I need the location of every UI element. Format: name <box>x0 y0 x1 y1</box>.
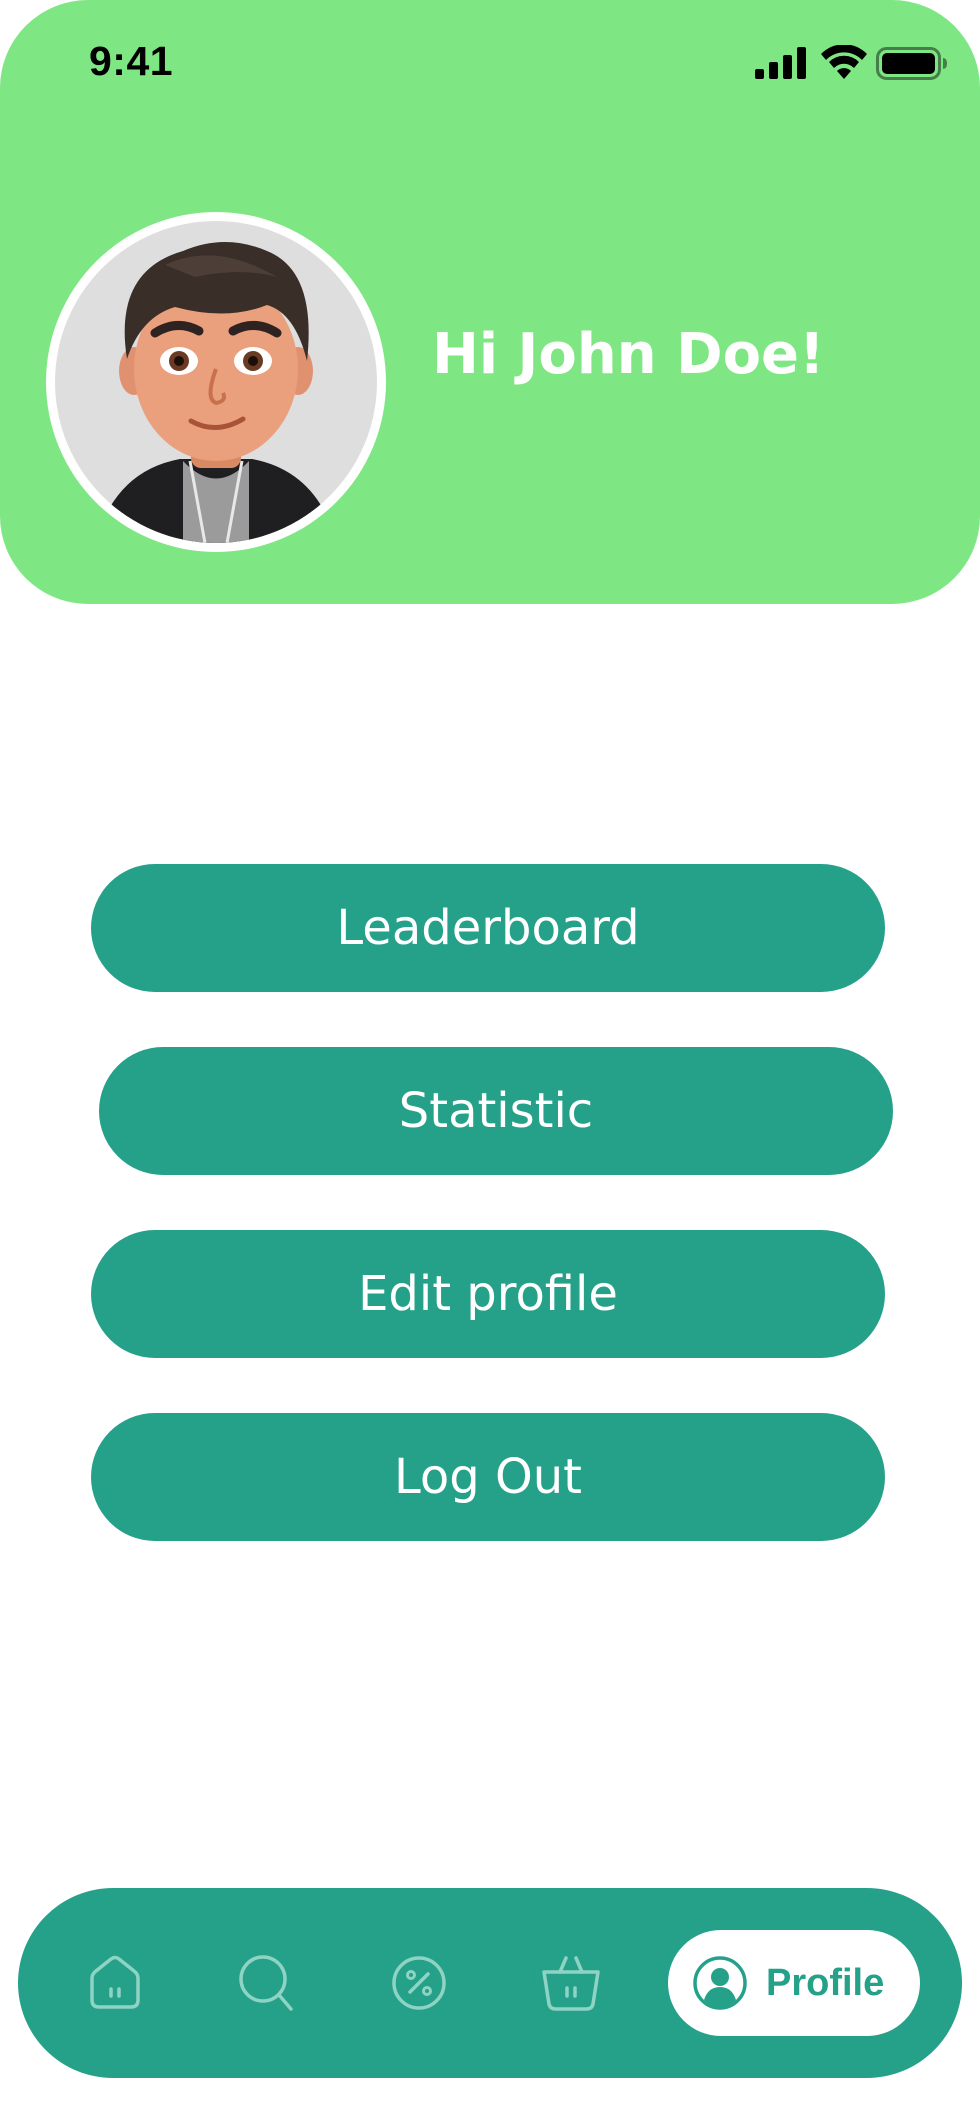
discount-icon[interactable] <box>388 1952 450 2014</box>
nav-profile-tab[interactable]: Profile <box>668 1930 920 2036</box>
leaderboard-button[interactable]: Leaderboard <box>91 864 885 992</box>
battery-icon <box>876 47 947 80</box>
cellular-signal-icon <box>755 47 806 79</box>
bottom-navigation: Profile <box>18 1888 962 2078</box>
edit-profile-button[interactable]: Edit profile <box>91 1230 885 1358</box>
home-icon[interactable] <box>84 1952 146 2014</box>
status-time: 9:41 <box>89 38 174 84</box>
greeting-text: Hi John Doe! <box>432 322 825 387</box>
status-bar: 9:41 <box>0 0 980 130</box>
avatar[interactable] <box>46 212 386 552</box>
basket-icon[interactable] <box>540 1952 602 2014</box>
wifi-icon <box>821 45 867 79</box>
statistic-button[interactable]: Statistic <box>99 1047 893 1175</box>
search-icon[interactable] <box>236 1952 298 2014</box>
log-out-button[interactable]: Log Out <box>91 1413 885 1541</box>
profile-icon <box>693 1956 747 2010</box>
nav-profile-label: Profile <box>766 1961 885 2004</box>
profile-header: 9:41 Hi John Doe! <box>0 0 980 604</box>
avatar-illustration <box>55 221 377 543</box>
